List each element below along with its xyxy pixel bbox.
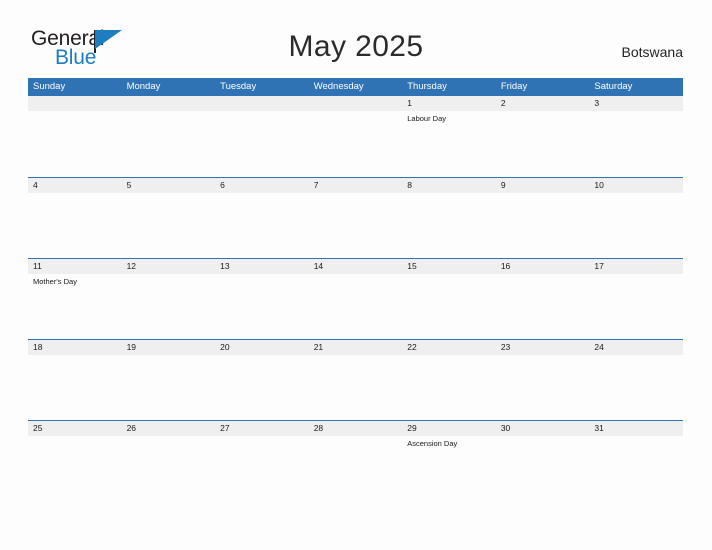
day-number[interactable]: 13 [215, 259, 309, 274]
day-event[interactable] [589, 436, 683, 502]
day-number[interactable]: 2 [496, 96, 590, 111]
week-date-strip: 11 12 13 14 15 16 17 [28, 259, 683, 274]
day-number[interactable]: 15 [402, 259, 496, 274]
calendar-week-row: 4 5 6 7 8 9 10 [28, 177, 683, 259]
day-number[interactable] [309, 96, 403, 111]
page-header: General Blue May 2025 Botswana [0, 0, 712, 78]
day-number[interactable]: 10 [589, 178, 683, 193]
day-event[interactable] [215, 355, 309, 421]
weekday-header-monday: Monday [126, 81, 161, 92]
day-event[interactable] [496, 111, 590, 177]
day-event[interactable] [28, 355, 122, 421]
day-number[interactable]: 6 [215, 178, 309, 193]
day-number[interactable]: 29 [402, 421, 496, 436]
day-event[interactable] [309, 111, 403, 177]
day-event[interactable] [309, 274, 403, 340]
day-number[interactable]: 4 [28, 178, 122, 193]
week-event-strip [28, 193, 683, 259]
week-event-strip: Labour Day [28, 111, 683, 177]
weekday-header-friday: Friday [500, 81, 528, 92]
calendar-week-row: 18 19 20 21 22 23 24 [28, 339, 683, 421]
day-number[interactable]: 30 [496, 421, 590, 436]
day-number[interactable]: 7 [309, 178, 403, 193]
day-number[interactable]: 11 [28, 259, 122, 274]
day-event[interactable] [122, 355, 216, 421]
weekday-header-tuesday: Tuesday [220, 81, 257, 92]
day-event[interactable] [589, 193, 683, 259]
day-event[interactable] [122, 111, 216, 177]
day-number[interactable]: 8 [402, 178, 496, 193]
calendar-locale-label: Botswana [621, 44, 683, 60]
page-title: May 2025 [288, 30, 424, 63]
day-number[interactable]: 12 [122, 259, 216, 274]
day-number[interactable]: 22 [402, 340, 496, 355]
weekday-header-sunday: Sunday [33, 81, 66, 92]
day-event[interactable]: Ascension Day [402, 436, 496, 502]
day-event[interactable] [309, 355, 403, 421]
day-event[interactable] [402, 355, 496, 421]
day-number[interactable]: 21 [309, 340, 403, 355]
calendar-week-row: 1 2 3 Labour Day [28, 96, 683, 177]
day-number[interactable]: 25 [28, 421, 122, 436]
week-date-strip: 18 19 20 21 22 23 24 [28, 340, 683, 355]
day-number[interactable] [122, 96, 216, 111]
day-event[interactable] [589, 355, 683, 421]
day-number[interactable]: 19 [122, 340, 216, 355]
day-number[interactable]: 16 [496, 259, 590, 274]
day-event[interactable] [496, 436, 590, 502]
calendar-week-row: 25 26 27 28 29 30 31 Ascension Day [28, 420, 683, 502]
calendar-week-row: 11 12 13 14 15 16 17 Mother's Day [28, 258, 683, 340]
day-number[interactable]: 1 [402, 96, 496, 111]
day-number[interactable]: 24 [589, 340, 683, 355]
week-date-strip: 25 26 27 28 29 30 31 [28, 421, 683, 436]
day-number[interactable] [28, 96, 122, 111]
day-event[interactable] [122, 274, 216, 340]
day-number[interactable]: 26 [122, 421, 216, 436]
day-event[interactable] [589, 111, 683, 177]
week-date-strip: 4 5 6 7 8 9 10 [28, 178, 683, 193]
day-number[interactable]: 3 [589, 96, 683, 111]
day-event[interactable] [496, 355, 590, 421]
day-number[interactable] [215, 96, 309, 111]
day-event[interactable]: Labour Day [402, 111, 496, 177]
weekday-header-saturday: Saturday [594, 81, 633, 92]
week-event-strip [28, 355, 683, 421]
day-event[interactable] [28, 111, 122, 177]
day-event[interactable] [28, 436, 122, 502]
day-event[interactable] [402, 274, 496, 340]
day-number[interactable]: 23 [496, 340, 590, 355]
day-event[interactable] [122, 193, 216, 259]
day-event[interactable] [496, 193, 590, 259]
day-event[interactable] [496, 274, 590, 340]
weekday-header-thursday: Thursday [407, 81, 447, 92]
day-event[interactable] [309, 193, 403, 259]
day-number[interactable]: 31 [589, 421, 683, 436]
day-event[interactable] [215, 274, 309, 340]
week-event-strip: Mother's Day [28, 274, 683, 340]
day-number[interactable]: 17 [589, 259, 683, 274]
day-event[interactable] [28, 193, 122, 259]
day-number[interactable]: 27 [215, 421, 309, 436]
weekday-header-wednesday: Wednesday [313, 81, 364, 92]
day-event[interactable] [215, 111, 309, 177]
day-number[interactable]: 9 [496, 178, 590, 193]
calendar-grid: Sunday Monday Tuesday Wednesday Thursday… [28, 78, 683, 502]
day-number[interactable]: 28 [309, 421, 403, 436]
day-event[interactable] [122, 436, 216, 502]
day-event[interactable]: Mother's Day [28, 274, 122, 340]
day-number[interactable]: 5 [122, 178, 216, 193]
day-number[interactable]: 18 [28, 340, 122, 355]
day-event[interactable] [215, 436, 309, 502]
day-event[interactable] [402, 193, 496, 259]
day-number[interactable]: 14 [309, 259, 403, 274]
weekday-header-row: Sunday Monday Tuesday Wednesday Thursday… [28, 78, 683, 96]
week-event-strip: Ascension Day [28, 436, 683, 502]
day-event[interactable] [589, 274, 683, 340]
week-date-strip: 1 2 3 [28, 96, 683, 111]
day-event[interactable] [215, 193, 309, 259]
day-event[interactable] [309, 436, 403, 502]
day-number[interactable]: 20 [215, 340, 309, 355]
